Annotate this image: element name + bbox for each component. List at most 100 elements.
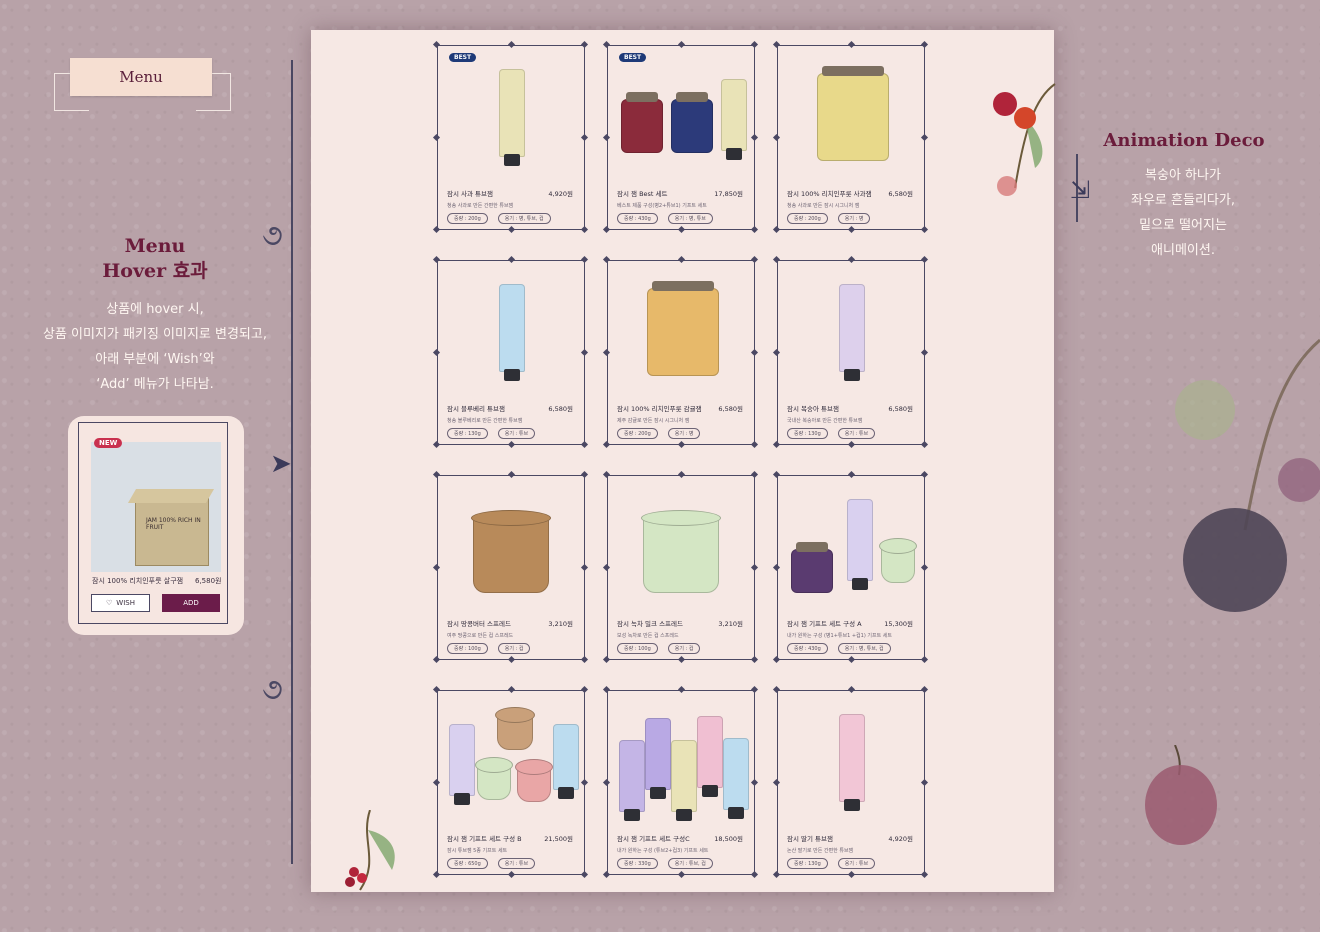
product-tag: 중량 : 100g bbox=[617, 643, 658, 654]
desc-line: 밑으로 떨어지는 bbox=[1139, 218, 1227, 233]
animation-deco-description: 복숭아 하나가 좌우로 흔들리다가, 밑으로 떨어지는 애니메이션. bbox=[1108, 163, 1258, 263]
hover-effect-description: 상품에 hover 시, 상품 이미지가 패키징 이미지로 변경되고, 아래 부… bbox=[30, 297, 280, 397]
tube-jam-image bbox=[499, 284, 525, 381]
spread-cup-image bbox=[641, 510, 721, 593]
product-name: 잠시 100% 리치인푸룻 감귤잼 bbox=[617, 405, 702, 413]
plum-fruit-icon bbox=[1145, 745, 1217, 845]
packaging-image[interactable]: JAM 100% RICH IN FRUIT bbox=[91, 442, 221, 572]
product-image[interactable] bbox=[787, 704, 915, 816]
product-description: 국내산 복숭아로 만든 간편한 튜브잼 bbox=[787, 418, 863, 424]
best-badge: BEST bbox=[619, 53, 647, 62]
spread-cup-image bbox=[879, 538, 917, 583]
product-description: 청송 블루베리로 만든 간편한 튜브잼 bbox=[447, 418, 523, 424]
product-price: 21,500원 bbox=[544, 835, 573, 843]
product-price: 18,500원 bbox=[714, 835, 743, 843]
product-image[interactable] bbox=[787, 59, 915, 171]
product-image[interactable] bbox=[447, 59, 575, 171]
product-tag: 용기 : 튜브 bbox=[497, 858, 536, 869]
product-tag: 중량 : 100g bbox=[447, 643, 488, 654]
product-card[interactable]: 잠시 잼 기프트 세트 구성 B 21,500원 잠시 튜브잼 5종 기프트 세트 중… bbox=[432, 685, 589, 879]
product-description: 베스트 제품 구성(병2+튜브1) 기프트 세트 bbox=[617, 203, 707, 209]
frame-ornament bbox=[580, 655, 589, 664]
product-name: 잠시 잼 기프트 세트 구성 B bbox=[447, 835, 522, 843]
product-description: 논산 딸기로 만든 간편한 튜브잼 bbox=[787, 848, 854, 854]
plum-branch-icon bbox=[993, 83, 1056, 196]
product-card[interactable]: 잠시 100% 리치인푸룻 감귤잼 6,580원 제주 감귤로 만든 잠시 시그니처… bbox=[602, 255, 759, 449]
best-badge: BEST bbox=[449, 53, 477, 62]
product-description: 내가 원하는 구성 (튜브2+컵3) 기프트 세트 bbox=[617, 848, 709, 854]
product-description: 내가 원하는 구성 (병1+튜브1 +컵1) 기프트 세트 bbox=[787, 633, 892, 639]
product-image[interactable] bbox=[617, 489, 745, 601]
desc-line: 상품에 hover 시, bbox=[106, 302, 204, 317]
product-image[interactable] bbox=[617, 274, 745, 386]
product-image[interactable] bbox=[617, 59, 747, 171]
product-tags: 중량 : 200g 용기 : 병, 튜브, 컵 bbox=[447, 213, 551, 224]
product-card[interactable]: 잠시 복숭아 튜브잼 6,580원 국내산 복숭아로 만든 간편한 튜브잼 중량 : … bbox=[772, 255, 929, 449]
product-tags: 중량 : 650g 용기 : 튜브 bbox=[447, 858, 536, 869]
frame-ornament bbox=[580, 225, 589, 234]
product-name: 잠시 사과 튜브잼 bbox=[447, 190, 493, 198]
product-tag: 용기 : 튜브 bbox=[497, 428, 536, 439]
product-name: 잠시 복숭아 튜브잼 bbox=[787, 405, 839, 413]
product-image[interactable] bbox=[787, 274, 915, 386]
blackberry-branch-icon bbox=[1175, 338, 1320, 612]
product-name: 잠시 100% 리치인푸룻 사과잼 bbox=[787, 190, 872, 198]
product-card[interactable]: 잠시 땅콩버터 스프레드 3,210원 여주 땅콩으로 만든 컵 스프레드 중량 : … bbox=[432, 470, 589, 664]
product-price: 4,920원 bbox=[548, 190, 573, 198]
tube-jam-image bbox=[449, 724, 475, 805]
product-tag: 중량 : 330g bbox=[617, 858, 658, 869]
product-tag: 중량 : 130g bbox=[787, 858, 828, 869]
product-tags: 중량 : 200g 용기 : 병 bbox=[787, 213, 871, 224]
jam-jar-image bbox=[647, 281, 719, 376]
wish-button[interactable]: ♡ WISH bbox=[91, 594, 150, 612]
product-card[interactable]: 잠시 잼 기프트 세트 구성 A 15,300원내가 원하는 구성 (병1+튜브1… bbox=[772, 470, 929, 664]
wish-label: WISH bbox=[116, 599, 135, 607]
desc-line: ‘Add’ 메뉴가 나타남. bbox=[96, 377, 214, 392]
arrow-pointer-icon: ⇲ bbox=[1070, 176, 1091, 204]
swirl-ornament-icon: ૭ bbox=[262, 672, 283, 707]
product-tag: 중량 : 430g bbox=[787, 643, 828, 654]
product-card[interactable]: BEST 잠시 사과 튜브잼 4,920원 청송 사과로 만든 간편한 튜브잼 중량 :… bbox=[432, 40, 589, 234]
product-card[interactable]: 잠시 잼 기프트 세트 구성C 18,500원 내가 원하는 구성 (튜브2+컵3)… bbox=[602, 685, 759, 879]
product-tag: 용기 : 병 bbox=[837, 213, 871, 224]
product-tag: 용기 : 컵 bbox=[497, 643, 531, 654]
frame-ornament bbox=[750, 440, 759, 449]
tube-jam-image bbox=[721, 79, 747, 160]
product-description: 제주 감귤로 만든 잠시 시그니처 잼 bbox=[617, 418, 690, 424]
product-price: 3,210원 bbox=[548, 620, 573, 628]
swirl-ornament-icon: ૭ bbox=[262, 218, 283, 253]
frame-ornament bbox=[920, 870, 929, 879]
product-tag: 용기 : 튜브 bbox=[837, 428, 876, 439]
product-card[interactable]: 잠시 녹차 밀크 스프레드 3,210원 보성 녹차로 만든 컵 스프레드 중량 : … bbox=[602, 470, 759, 664]
frame-ornament bbox=[920, 655, 929, 664]
add-button[interactable]: ADD bbox=[162, 594, 220, 612]
product-image[interactable] bbox=[447, 489, 575, 601]
tube-jam-image bbox=[723, 738, 749, 819]
product-tags: 중량 : 100g 용기 : 컵 bbox=[447, 643, 531, 654]
product-price: 6,580원 bbox=[888, 190, 913, 198]
product-price: 6,580원 bbox=[548, 405, 573, 413]
hover-title-line2: Hover 효과 bbox=[102, 260, 208, 282]
product-card[interactable]: 잠시 블루베리 튜브잼 6,580원 청송 블루베리로 만든 간편한 튜브잼 중량 :… bbox=[432, 255, 589, 449]
desc-line: 상품 이미지가 패키징 이미지로 변경되고, bbox=[43, 327, 267, 342]
product-name: 잠시 잼 기프트 세트 구성 A bbox=[787, 620, 862, 628]
product-image[interactable] bbox=[787, 489, 917, 601]
product-card[interactable]: 잠시 100% 리치인푸룻 사과잼 6,580원청송 사과로 만든 잠시 시그니처… bbox=[772, 40, 929, 234]
tube-jam-image bbox=[697, 716, 723, 797]
product-name: 잠시 100% 리치인푸룻 살구잼 bbox=[92, 577, 184, 585]
product-image[interactable] bbox=[447, 704, 579, 816]
spread-cup-image bbox=[515, 759, 553, 802]
product-name: 잠시 녹차 밀크 스프레드 bbox=[617, 620, 683, 628]
product-card[interactable]: 잠시 딸기 튜브잼 4,920원 논산 딸기로 만든 간편한 튜브잼 중량 : 130… bbox=[772, 685, 929, 879]
product-description: 청송 사과로 만든 잠시 시그니처 잼 bbox=[787, 203, 860, 209]
new-badge: NEW bbox=[94, 438, 123, 448]
frame-ornament bbox=[920, 440, 929, 449]
tube-jam-image bbox=[553, 724, 579, 799]
box-label: JAM 100% RICH IN FRUIT bbox=[146, 517, 201, 531]
product-image[interactable] bbox=[617, 704, 749, 821]
product-price: 15,300원 bbox=[884, 620, 913, 628]
product-card[interactable]: BEST 잠시 잼 Best 세트 17,850원 베스트 제품 구성(병2+튜브1)… bbox=[602, 40, 759, 234]
tube-jam-image bbox=[499, 69, 525, 166]
product-image[interactable] bbox=[447, 274, 575, 386]
spread-cup-image bbox=[475, 757, 513, 800]
